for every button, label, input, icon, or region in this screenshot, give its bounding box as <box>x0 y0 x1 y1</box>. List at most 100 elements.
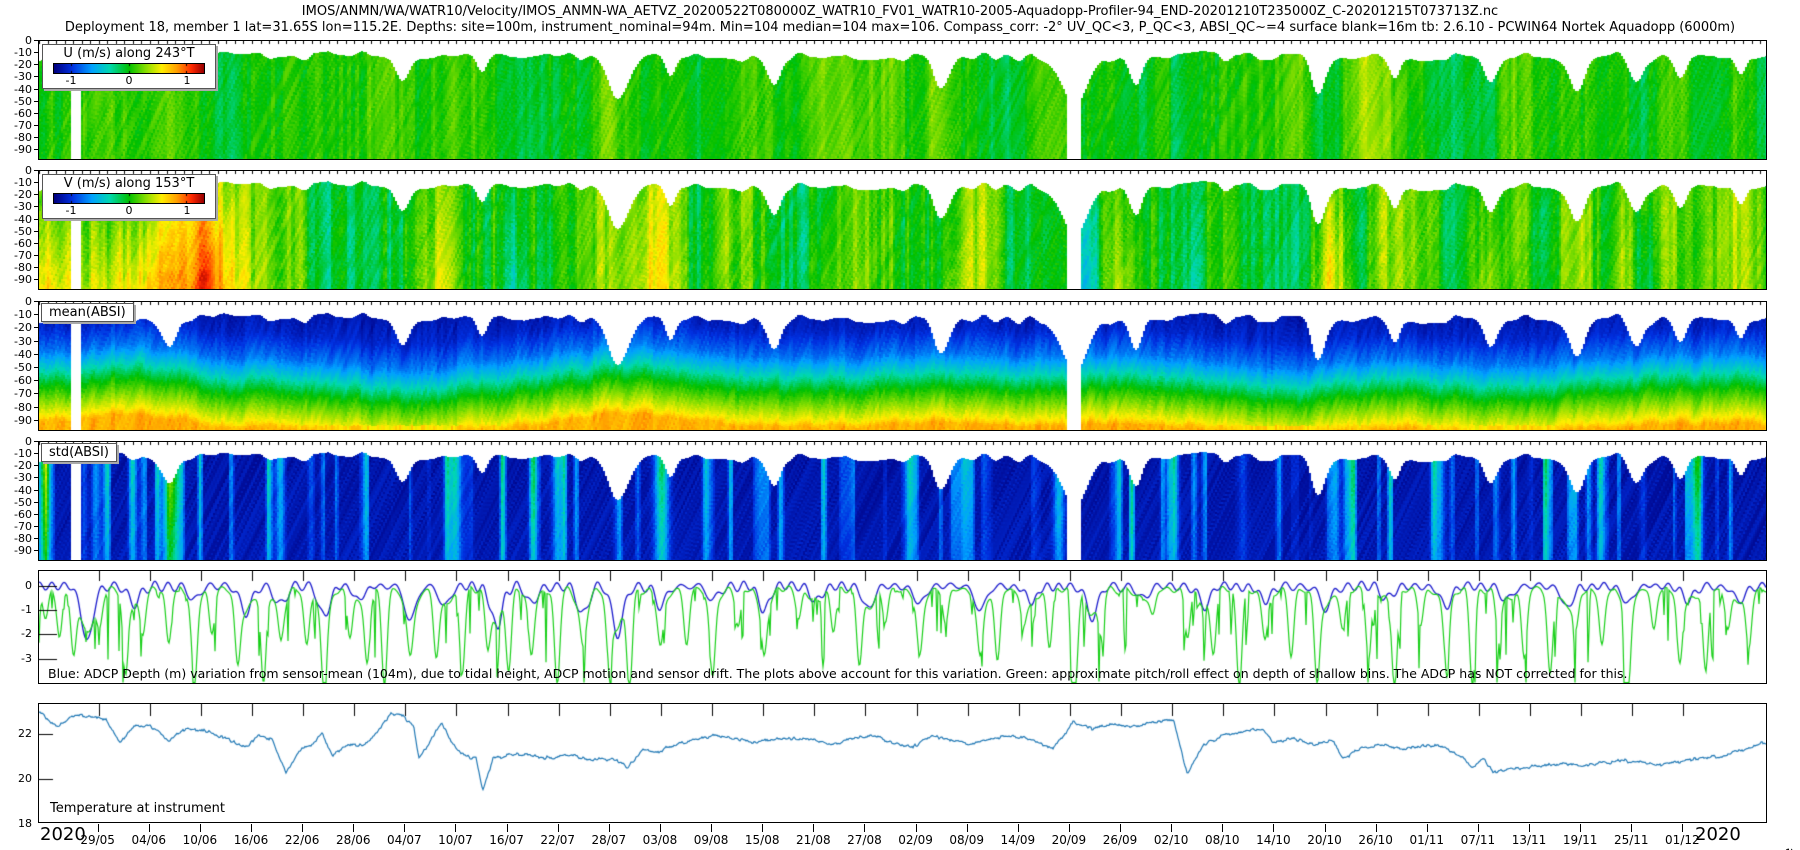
date-tick-label: 20/09 <box>1052 833 1087 847</box>
u-colorbar-tick-neg1: -1 <box>66 74 77 87</box>
temperature-panel-label: Temperature at instrument <box>50 801 225 816</box>
depth-variation-caption: Blue: ADCP Depth (m) variation from sens… <box>48 666 1627 681</box>
depth-tick-mark <box>34 64 38 65</box>
x-axis-year-label-left: 2020 <box>40 824 86 845</box>
figure-subtitle-deployment-info: Deployment 18, member 1 lat=31.65S lon=1… <box>0 20 1800 35</box>
date-tick-mark <box>404 824 405 832</box>
date-tick-label: 14/10 <box>1256 833 1291 847</box>
temperature-line-canvas <box>39 704 1766 822</box>
date-tick-mark <box>1427 824 1428 832</box>
date-tick-mark <box>302 824 303 832</box>
depth-tick-mark <box>34 194 38 195</box>
depthvar-tick-label: 0 <box>2 579 32 592</box>
v-colorbar-tick-pos1: 1 <box>184 204 191 217</box>
date-tick-mark <box>98 824 99 832</box>
temperature-tick-label: 20 <box>2 772 32 785</box>
depth-tick-label: -60 <box>2 107 32 120</box>
depth-tick-label: -70 <box>2 249 32 262</box>
depth-tick-label: -10 <box>2 176 32 189</box>
depth-tick-mark <box>34 89 38 90</box>
date-tick-label: 16/06 <box>234 833 269 847</box>
depth-tick-mark <box>34 52 38 53</box>
date-tick-label: 08/09 <box>949 833 984 847</box>
depth-tick-mark <box>34 380 38 381</box>
depth-tick-label: -20 <box>2 459 32 472</box>
date-tick-label: 19/11 <box>1563 833 1598 847</box>
u-colorbar-tick-zero: 0 <box>126 74 133 87</box>
depth-tick-label: -20 <box>2 321 32 334</box>
depth-tick-mark <box>34 441 38 442</box>
date-tick-mark <box>200 824 201 832</box>
depth-tick-label: -70 <box>2 119 32 132</box>
temperature-tick-label: 22 <box>2 727 32 740</box>
date-tick-mark <box>1529 824 1530 832</box>
depth-tick-label: -20 <box>2 188 32 201</box>
depth-tick-label: -90 <box>2 544 32 557</box>
mean-absi-heatmap-canvas <box>39 302 1766 430</box>
date-tick-mark <box>967 824 968 832</box>
date-tick-label: 14/09 <box>1001 833 1036 847</box>
depth-tick-mark <box>34 490 38 491</box>
date-tick-mark <box>507 824 508 832</box>
date-tick-mark <box>1478 824 1479 832</box>
depth-tick-mark <box>34 170 38 171</box>
date-tick-mark <box>1325 824 1326 832</box>
u-colorbar-tick-pos1: 1 <box>184 74 191 87</box>
date-tick-label: 22/07 <box>540 833 575 847</box>
date-tick-mark <box>1631 824 1632 832</box>
depth-tick-mark <box>34 477 38 478</box>
v-colorbar-tick-zero: 0 <box>126 204 133 217</box>
date-tick-label: 04/06 <box>131 833 166 847</box>
v-velocity-heatmap-canvas <box>39 171 1766 289</box>
date-tick-label: 22/06 <box>285 833 320 847</box>
std-absi-heatmap-canvas <box>39 442 1766 560</box>
panel-v-velocity-heatmap <box>38 170 1767 290</box>
date-tick-label: 03/08 <box>643 833 678 847</box>
x-axis-year-label-right: 2020 <box>1695 824 1741 845</box>
u-velocity-colorbar-legend: U (m/s) along 243°T -1 0 1 <box>42 44 216 89</box>
date-tick-label: 27/08 <box>847 833 882 847</box>
date-tick-mark <box>1273 824 1274 832</box>
depth-tick-label: -50 <box>2 496 32 509</box>
date-tick-label: 26/09 <box>1103 833 1138 847</box>
panel-mean-absi-heatmap <box>38 301 1767 431</box>
depth-tick-mark <box>34 538 38 539</box>
date-tick-mark <box>660 824 661 832</box>
depth-tick-mark <box>34 255 38 256</box>
date-tick-mark <box>1018 824 1019 832</box>
depth-tick-mark <box>34 550 38 551</box>
date-tick-label: 09/08 <box>694 833 729 847</box>
date-tick-mark <box>762 824 763 832</box>
mean-absi-label: mean(ABSI) <box>41 303 134 322</box>
date-tick-label: 28/07 <box>592 833 627 847</box>
depth-tick-mark <box>34 76 38 77</box>
figure-title-filename: IMOS/ANMN/WA/WATR10/Velocity/IMOS_ANMN-W… <box>0 4 1800 19</box>
depthvar-tick-label: -3 <box>2 652 32 665</box>
depth-tick-mark <box>34 514 38 515</box>
date-tick-label: 15/08 <box>745 833 780 847</box>
depth-tick-label: -30 <box>2 70 32 83</box>
depth-tick-mark <box>34 206 38 207</box>
depth-tick-label: -90 <box>2 143 32 156</box>
depth-tick-mark <box>34 231 38 232</box>
depth-tick-mark <box>34 113 38 114</box>
adcp-velocity-figure: IMOS/ANMN/WA/WATR10/Velocity/IMOS_ANMN-W… <box>0 0 1800 850</box>
depth-tick-label: -10 <box>2 46 32 59</box>
temperature-tick-label: 18 <box>2 817 32 830</box>
date-tick-mark <box>864 824 865 832</box>
depth-tick-mark <box>34 354 38 355</box>
depth-tick-label: -90 <box>2 273 32 286</box>
depth-tick-mark <box>34 465 38 466</box>
depth-tick-label: -30 <box>2 335 32 348</box>
depth-tick-label: -60 <box>2 237 32 250</box>
date-tick-label: 26/10 <box>1358 833 1393 847</box>
depth-tick-mark <box>34 301 38 302</box>
date-tick-mark <box>609 824 610 832</box>
depth-tick-label: -60 <box>2 508 32 521</box>
depth-tick-mark <box>34 40 38 41</box>
date-tick-label: 01/11 <box>1409 833 1444 847</box>
panel-u-velocity-heatmap <box>38 40 1767 160</box>
depth-tick-label: -80 <box>2 532 32 545</box>
depth-tick-label: -80 <box>2 131 32 144</box>
depth-tick-mark <box>34 526 38 527</box>
